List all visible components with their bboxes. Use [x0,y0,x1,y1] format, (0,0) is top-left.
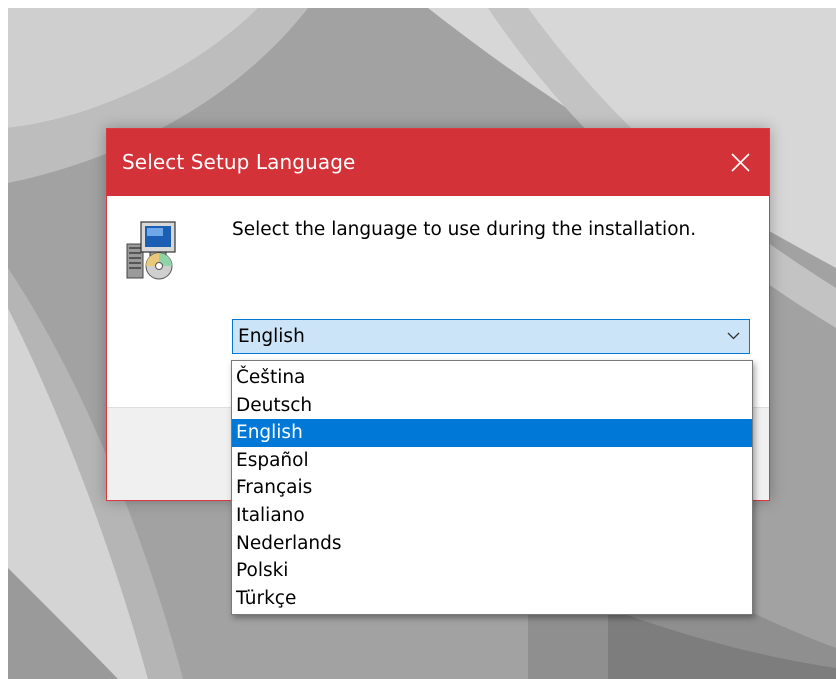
option-cestina[interactable]: Čeština [232,364,752,392]
option-turkce[interactable]: Türkçe [232,585,752,613]
instruction-text: Select the language to use during the in… [232,219,697,240]
chevron-down-icon[interactable] [727,332,740,340]
close-icon [731,153,750,172]
screen: Select Setup Language Select the languag… [0,0,836,679]
title-bar[interactable]: Select Setup Language [107,129,769,196]
option-deutsch[interactable]: Deutsch [232,392,752,420]
option-polski[interactable]: Polski [232,557,752,585]
language-dropdown-list[interactable]: Čeština Deutsch English Español Français… [231,360,753,615]
language-combobox[interactable]: English [232,319,750,354]
option-nederlands[interactable]: Nederlands [232,530,752,558]
option-english[interactable]: English [232,419,752,447]
combobox-selected-value: English [238,326,305,347]
option-espanol[interactable]: Español [232,447,752,475]
close-button[interactable] [711,129,769,196]
setup-installer-icon [126,221,176,280]
dialog-title: Select Setup Language [122,150,356,174]
option-francais[interactable]: Français [232,474,752,502]
option-italiano[interactable]: Italiano [232,502,752,530]
